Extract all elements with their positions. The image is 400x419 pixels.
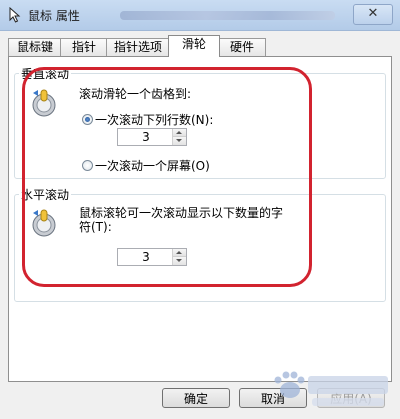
title-bar[interactable]: 鼠标 属性 ✕ [0, 0, 400, 31]
vertical-scrolling-title: 垂直滚动 [19, 65, 72, 82]
lines-spin-buttons [172, 129, 186, 145]
chars-stepper[interactable]: 3 [117, 248, 187, 266]
chars-value[interactable]: 3 [118, 249, 174, 265]
lines-value[interactable]: 3 [118, 129, 174, 145]
tab-hardware[interactable]: 硬件 [218, 38, 266, 56]
option-scroll-screen-label[interactable]: 一次滚动一个屏幕(O) [95, 157, 210, 174]
apply-button[interactable]: 应用(A) [317, 388, 385, 408]
lines-increment-button[interactable] [173, 129, 186, 137]
vertical-description: 滚动滑轮一个齿格到: [79, 87, 192, 101]
close-button[interactable]: ✕ [353, 4, 393, 25]
cancel-button[interactable]: 取消 [239, 388, 307, 408]
tab-wheel[interactable]: 滑轮 [168, 35, 220, 57]
radio-scroll-screen[interactable] [82, 160, 93, 171]
chars-spin-buttons [172, 249, 186, 265]
tab-pointers[interactable]: 指针 [60, 38, 108, 56]
radio-scroll-lines[interactable] [82, 114, 93, 125]
lines-stepper[interactable]: 3 [117, 128, 187, 146]
window-title: 鼠标 属性 [28, 9, 80, 23]
chars-decrement-button[interactable] [173, 257, 186, 265]
horizontal-scrolling-title: 水平滚动 [19, 186, 72, 203]
tab-pointer-options[interactable]: 指针选项 [106, 38, 170, 56]
mouse-wheel-icon [32, 89, 56, 117]
lines-decrement-button[interactable] [173, 137, 186, 145]
mouse-pointer-icon [9, 7, 21, 23]
ok-button[interactable]: 确定 [162, 388, 230, 408]
blurred-title-area [120, 11, 335, 20]
tab-mouse-buttons[interactable]: 鼠标键 [8, 38, 62, 56]
wheel-tab-panel: 垂直滚动 滚动滑轮一个齿格到: 一次滚动下列行数(N): 3 一次滚动一个屏幕(… [8, 56, 392, 382]
mouse-wheel-icon [32, 209, 56, 237]
option-scroll-lines-label[interactable]: 一次滚动下列行数(N): [95, 111, 213, 128]
horizontal-description-line2: 符(T): [79, 220, 112, 234]
chars-increment-button[interactable] [173, 249, 186, 257]
